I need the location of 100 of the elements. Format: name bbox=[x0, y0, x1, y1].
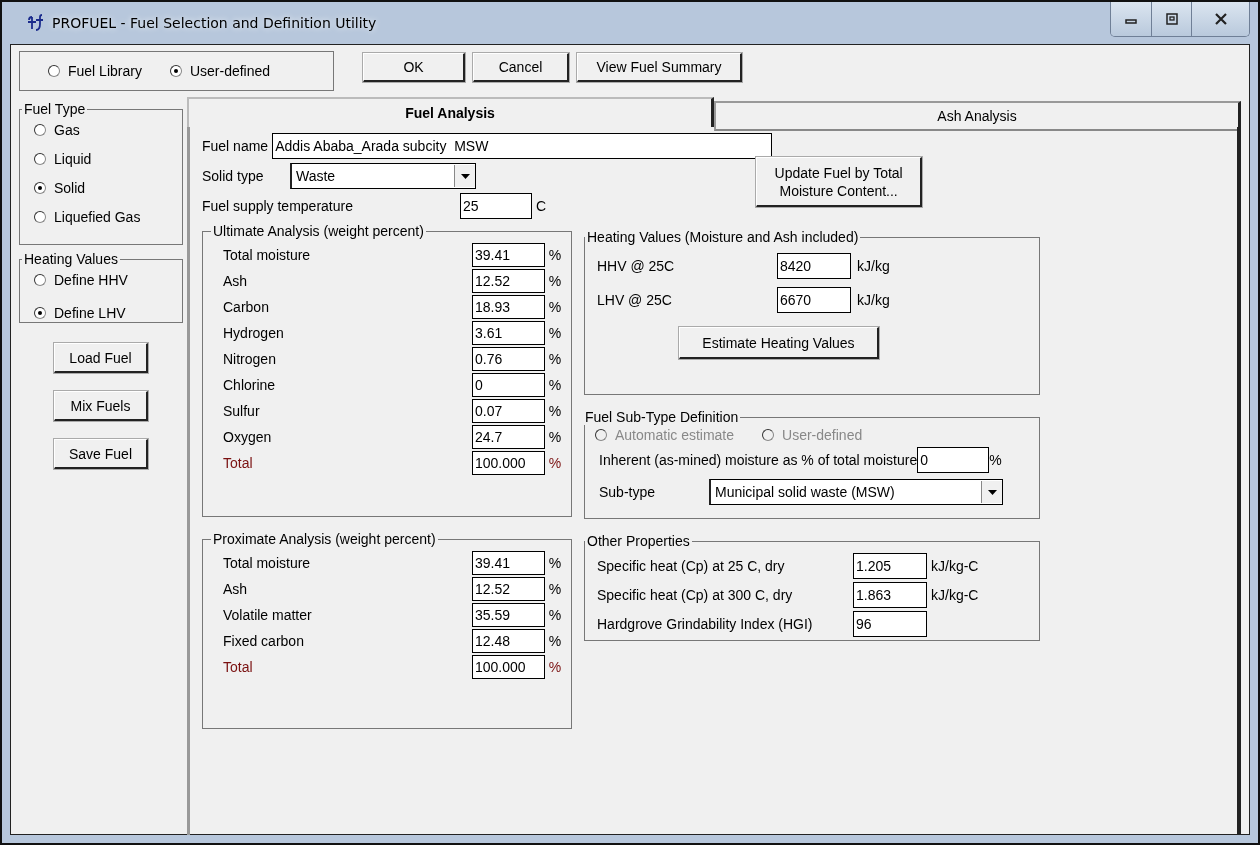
unit-label: % bbox=[547, 607, 563, 623]
row-label: Hardgrove Grindability Index (HGI) bbox=[597, 615, 814, 632]
value-field[interactable]: 12.52 bbox=[472, 269, 545, 293]
field-label: Inherent (as-mined) moisture as % of total moisture bbox=[599, 452, 918, 468]
group-title: Other Properties bbox=[586, 533, 691, 549]
radio-button[interactable] bbox=[34, 123, 46, 136]
group-title: Ultimate Analysis (weight percent) bbox=[212, 223, 425, 239]
sub-type-dropdown[interactable]: Municipal solid waste (MSW) bbox=[709, 479, 1003, 505]
radio-label: Solid bbox=[54, 179, 86, 196]
dropdown-button[interactable] bbox=[981, 481, 1002, 503]
unit-label: % bbox=[547, 455, 563, 471]
value-field[interactable]: 0.76 bbox=[472, 347, 545, 371]
row-label: Ash bbox=[223, 581, 249, 597]
value-field[interactable]: 96 bbox=[853, 610, 927, 637]
row-label: Fixed carbon bbox=[223, 633, 305, 649]
close-icon bbox=[1213, 13, 1228, 25]
radio-label: Liquefied Gas bbox=[54, 208, 141, 225]
dialog-button[interactable]: OK bbox=[363, 53, 465, 82]
row-label: Carbon bbox=[223, 299, 270, 315]
value-field[interactable]: 1.863 bbox=[853, 581, 927, 608]
group-title: Fuel Sub-Type Definition bbox=[584, 409, 740, 425]
value-field[interactable]: 39.41 bbox=[472, 551, 545, 575]
minimize-button[interactable] bbox=[1111, 2, 1151, 36]
row-label: Ash bbox=[223, 273, 249, 289]
unit-label: % bbox=[547, 351, 563, 367]
value-field[interactable]: 12.52 bbox=[472, 577, 545, 601]
field-label: Fuel supply temperature bbox=[202, 198, 354, 214]
row-label: LHV @ 25C bbox=[597, 292, 673, 308]
estimate-button[interactable]: Estimate Heating Values bbox=[679, 327, 879, 359]
dropdown-button[interactable] bbox=[454, 165, 475, 187]
field-label: Sub-type bbox=[599, 484, 657, 500]
row-label: Chlorine bbox=[223, 377, 277, 393]
unit-label: % bbox=[547, 555, 563, 571]
unit-label: kJ/kg bbox=[857, 258, 890, 274]
maximize-button[interactable] bbox=[1151, 2, 1191, 36]
value-field[interactable]: 0 bbox=[472, 373, 545, 397]
side-button[interactable]: Load Fuel bbox=[54, 343, 148, 373]
unit-label: % bbox=[547, 247, 563, 263]
radio-button[interactable] bbox=[34, 210, 46, 223]
unit-label: % bbox=[547, 659, 563, 675]
field-label: Solid type bbox=[202, 168, 265, 184]
unit-label: % bbox=[547, 299, 563, 315]
moisture-field[interactable]: 0 bbox=[917, 447, 990, 473]
value-field[interactable]: 39.41 bbox=[472, 243, 545, 267]
row-label: Total moisture bbox=[223, 247, 312, 263]
radio-button[interactable] bbox=[34, 306, 46, 319]
side-button[interactable]: Save Fuel bbox=[54, 439, 148, 469]
value-field[interactable]: 8420 bbox=[777, 253, 851, 279]
value-field[interactable]: 100.000 bbox=[472, 655, 545, 679]
restore-icon bbox=[1165, 13, 1178, 25]
close-button[interactable] bbox=[1191, 2, 1249, 36]
dialog-button[interactable]: Cancel bbox=[473, 53, 569, 82]
radio-label: Fuel Library bbox=[68, 63, 142, 79]
app-logo-icon bbox=[26, 14, 44, 32]
tab[interactable]: Ash Analysis bbox=[714, 101, 1241, 131]
radio-option[interactable]: Fuel Library bbox=[48, 63, 142, 79]
field-label: Fuel name bbox=[202, 138, 269, 154]
value-field[interactable]: 18.93 bbox=[472, 295, 545, 319]
unit-label: % bbox=[547, 325, 563, 341]
side-button[interactable]: Mix Fuels bbox=[54, 391, 148, 421]
unit-label: % bbox=[547, 581, 563, 597]
row-label: Total bbox=[223, 455, 254, 471]
value-field[interactable]: 100.000 bbox=[472, 451, 545, 475]
unit-label: C bbox=[536, 198, 547, 214]
value-field[interactable]: 1.205 bbox=[853, 552, 927, 579]
radio-button[interactable] bbox=[169, 65, 182, 77]
dialog-button[interactable]: View Fuel Summary bbox=[577, 53, 742, 82]
row-label: Total moisture bbox=[223, 555, 312, 571]
window-title: PROFUEL - Fuel Selection and Definition Utility bbox=[52, 15, 377, 31]
unit-label: % bbox=[547, 273, 563, 289]
unit-label: % bbox=[547, 429, 563, 445]
tab[interactable]: Fuel Analysis bbox=[187, 97, 714, 127]
unit-label: % bbox=[547, 633, 563, 649]
radio-label: Define LHV bbox=[54, 304, 126, 321]
update-fuel-button[interactable]: Update Fuel by Total Moisture Content... bbox=[756, 157, 923, 207]
value-field[interactable]: 12.48 bbox=[472, 629, 545, 653]
caret-icon bbox=[987, 489, 997, 495]
radio-label: User-defined bbox=[782, 427, 863, 443]
fuel-name-field[interactable]: Addis Ababa_Arada subcity MSW bbox=[272, 133, 773, 159]
value-field[interactable]: 24.7 bbox=[472, 425, 545, 449]
value-field[interactable]: 35.59 bbox=[472, 603, 545, 627]
temperature-field[interactable]: 25 bbox=[460, 193, 532, 219]
value-field[interactable]: 3.61 bbox=[472, 321, 545, 345]
radio-label: Liquid bbox=[54, 150, 92, 167]
radio-option[interactable]: User-defined bbox=[169, 63, 271, 79]
radio-label: Gas bbox=[54, 121, 80, 138]
value-field[interactable]: 0.07 bbox=[472, 399, 545, 423]
solid-type-dropdown[interactable]: Waste bbox=[290, 163, 476, 189]
row-label: Hydrogen bbox=[223, 325, 285, 341]
radio-button[interactable] bbox=[34, 273, 46, 286]
row-label: Volatile matter bbox=[223, 607, 313, 623]
radio-label: User-defined bbox=[189, 63, 271, 79]
radio-button[interactable] bbox=[48, 65, 60, 77]
radio-label: Automatic estimate bbox=[615, 427, 735, 443]
unit-label: % bbox=[547, 403, 563, 419]
radio-button[interactable] bbox=[34, 152, 46, 165]
value-field[interactable]: 6670 bbox=[777, 287, 851, 313]
caret-icon bbox=[460, 173, 470, 179]
group-title: Heating Values (Moisture and Ash included) bbox=[586, 229, 860, 245]
radio-button[interactable] bbox=[34, 181, 46, 194]
